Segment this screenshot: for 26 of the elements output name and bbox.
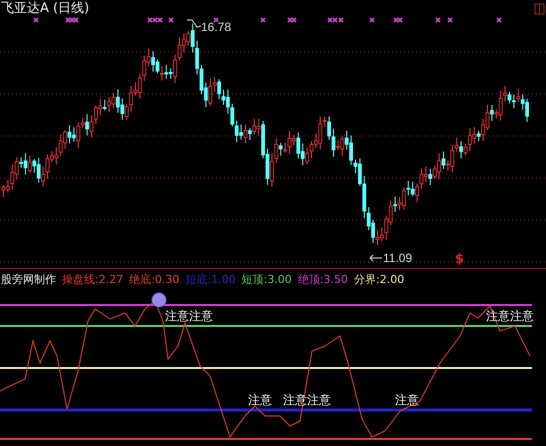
alert-label: 注意	[395, 393, 419, 407]
cross-icon	[168, 17, 174, 23]
high-price-label: 16.78	[201, 20, 232, 34]
indicator-parameter: 绝顶:3.50	[298, 272, 348, 286]
indicator-parameter: 绝底:0.30	[129, 272, 180, 286]
cross-icon	[496, 17, 502, 23]
indicator-parameter: 分界:2.00	[354, 272, 404, 286]
chart-title: 飞亚达A (日线)	[1, 1, 90, 17]
arrow-icon	[370, 254, 382, 262]
indicator-parameter: 短底:1.00	[185, 272, 236, 286]
alert-label: 注意注意	[165, 309, 213, 323]
signal-icon	[152, 292, 166, 308]
alert-label: 注意	[248, 393, 272, 407]
indicator-parameter: 操盘线:2.27	[62, 272, 124, 286]
cross-icon	[447, 17, 453, 23]
indicator-parameter: 短顶:3.00	[242, 272, 292, 286]
cross-icon	[369, 17, 375, 23]
cross-icon	[435, 17, 441, 23]
cross-icon	[33, 17, 39, 23]
indicator-name: 股旁网制作	[1, 272, 56, 286]
leader-line	[186, 20, 202, 28]
low-price-label: 11.09	[383, 251, 412, 265]
cross-icon	[260, 17, 266, 23]
sell-signal: $	[455, 253, 464, 267]
cross-icon	[213, 17, 219, 23]
window-icon[interactable]	[534, 4, 544, 14]
